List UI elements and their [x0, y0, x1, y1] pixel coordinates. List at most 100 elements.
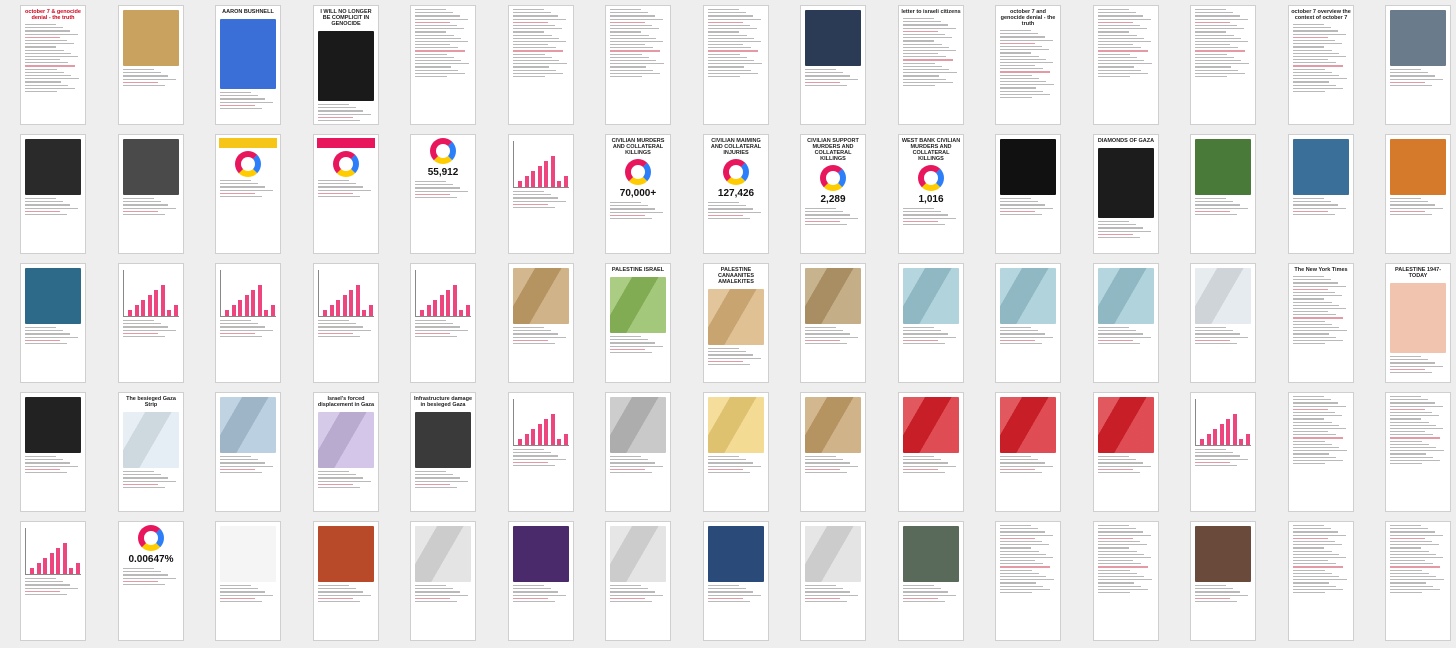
page-thumbnail[interactable] — [313, 263, 379, 383]
page-thumbnail[interactable]: october 7 overview the context of octobe… — [1288, 5, 1354, 125]
page-thumbnail[interactable] — [1190, 392, 1256, 512]
page-thumbnail[interactable] — [800, 5, 866, 125]
page-thumbnail[interactable] — [1190, 263, 1256, 383]
text-line — [318, 585, 349, 587]
text-line — [1098, 327, 1129, 329]
page-thumbnail[interactable] — [1190, 134, 1256, 254]
page-thumbnail[interactable] — [410, 521, 476, 641]
page-thumbnail[interactable] — [118, 5, 184, 125]
page-thumbnail[interactable] — [508, 134, 574, 254]
page-thumbnail[interactable]: 0.00647% — [118, 521, 184, 641]
page-thumbnail[interactable] — [703, 521, 769, 641]
page-thumbnail[interactable] — [1385, 5, 1451, 125]
page-thumbnail[interactable] — [20, 521, 86, 641]
page-thumbnail[interactable]: CIVILIAN MURDERS AND COLLATERAL KILLINGS… — [605, 134, 671, 254]
page-thumbnail[interactable] — [1385, 134, 1451, 254]
page-thumbnail[interactable] — [800, 521, 866, 641]
page-thumbnail[interactable] — [1288, 134, 1354, 254]
page-thumbnail[interactable] — [1385, 392, 1451, 512]
page-thumbnail[interactable] — [410, 5, 476, 125]
text-line — [1293, 424, 1339, 426]
page-thumbnail[interactable]: october 7 and genocide denial - the trut… — [995, 5, 1061, 125]
page-thumbnail[interactable]: CIVILIAN SUPPORT MURDERS AND COLLATERAL … — [800, 134, 866, 254]
page-thumbnail[interactable] — [215, 134, 281, 254]
page-thumbnail[interactable] — [1093, 521, 1159, 641]
text-line — [220, 323, 259, 325]
page-text-lines — [708, 348, 764, 366]
page-thumbnail[interactable] — [215, 392, 281, 512]
page-thumbnail[interactable]: WEST BANK CIVILIAN MURDERS AND COLLATERA… — [898, 134, 964, 254]
text-line — [610, 591, 656, 593]
text-line — [1390, 72, 1429, 74]
page-thumbnail[interactable] — [313, 134, 379, 254]
page-thumbnail[interactable]: AARON BUSHNELL — [215, 5, 281, 125]
text-line — [1195, 333, 1241, 335]
page-thumbnail[interactable] — [508, 263, 574, 383]
text-line — [25, 90, 58, 93]
page-thumbnail[interactable] — [1190, 521, 1256, 641]
text-line — [1098, 459, 1137, 461]
page-thumbnail[interactable] — [898, 521, 964, 641]
text-line — [1293, 207, 1346, 209]
page-thumbnail[interactable] — [605, 521, 671, 641]
page-thumbnail[interactable] — [215, 521, 281, 641]
page-thumbnail[interactable] — [508, 5, 574, 125]
page-title: CIVILIAN MURDERS AND COLLATERAL KILLINGS — [611, 138, 665, 156]
page-thumbnail[interactable]: PALESTINE 1947-TODAY — [1385, 263, 1451, 383]
page-thumbnail[interactable]: PALESTINE ISRAEL — [605, 263, 671, 383]
page-thumbnail[interactable] — [995, 521, 1061, 641]
page-thumbnail[interactable] — [1093, 5, 1159, 125]
page-thumbnail[interactable]: DIAMONDS OF GAZA — [1093, 134, 1159, 254]
page-thumbnail[interactable] — [20, 392, 86, 512]
page-thumbnail[interactable] — [898, 263, 964, 383]
page-thumbnail[interactable]: PALESTINE CANAANITES AMALEKITES — [703, 263, 769, 383]
text-line — [1195, 44, 1231, 46]
page-thumbnail[interactable]: Infrastructure damage in besieged Gaza — [410, 392, 476, 512]
text-line — [1000, 36, 1046, 38]
page-thumbnail[interactable]: Israel's forced displacement in Gaza — [313, 392, 379, 512]
page-thumbnail[interactable] — [1288, 521, 1354, 641]
page-thumbnail[interactable] — [508, 521, 574, 641]
page-thumbnail[interactable] — [20, 263, 86, 383]
text-line — [1000, 468, 1035, 470]
page-thumbnail[interactable] — [605, 5, 671, 125]
page-thumbnail[interactable] — [995, 134, 1061, 254]
page-thumbnail[interactable] — [1288, 392, 1354, 512]
page-thumbnail[interactable] — [508, 392, 574, 512]
page-thumbnail[interactable] — [1385, 521, 1451, 641]
page-thumbnail[interactable] — [703, 5, 769, 125]
chart-bar — [62, 543, 67, 574]
page-thumbnail[interactable] — [898, 392, 964, 512]
text-line — [708, 21, 743, 23]
page-thumbnail[interactable] — [1190, 5, 1256, 125]
page-thumbnail[interactable] — [995, 392, 1061, 512]
page-thumbnail[interactable]: The New York Times — [1288, 263, 1354, 383]
text-line — [415, 53, 447, 55]
page-thumbnail[interactable] — [410, 263, 476, 383]
page-thumbnail[interactable] — [800, 392, 866, 512]
page-thumbnail[interactable] — [800, 263, 866, 383]
page-thumbnail[interactable]: The besieged Gaza Strip — [118, 392, 184, 512]
page-thumbnail[interactable]: I WILL NO LONGER BE COMPLICIT IN GENOCID… — [313, 5, 379, 125]
page-thumbnail[interactable] — [118, 134, 184, 254]
page-thumbnail[interactable]: october 7 & genocide denial - the truth — [20, 5, 86, 125]
page-thumbnail[interactable] — [1093, 392, 1159, 512]
page-thumbnail[interactable] — [20, 134, 86, 254]
page-thumbnail[interactable] — [313, 521, 379, 641]
page-thumbnail[interactable] — [605, 392, 671, 512]
text-line — [1098, 233, 1133, 235]
page-text-lines — [708, 585, 764, 603]
page-thumbnail[interactable]: letter to israeli citizens — [898, 5, 964, 125]
text-line — [805, 594, 858, 596]
page-thumbnail[interactable] — [995, 263, 1061, 383]
page-thumbnail[interactable] — [118, 263, 184, 383]
page-thumbnail[interactable] — [1093, 263, 1159, 383]
text-line — [1000, 52, 1032, 54]
page-thumbnail[interactable]: 55,912 — [410, 134, 476, 254]
page-thumbnail[interactable] — [703, 392, 769, 512]
text-line — [805, 220, 840, 222]
page-thumbnail[interactable] — [215, 263, 281, 383]
text-line — [1293, 282, 1339, 284]
text-line — [318, 195, 360, 198]
page-thumbnail[interactable]: CIVILIAN MAIMING AND COLLATERAL INJURIES… — [703, 134, 769, 254]
